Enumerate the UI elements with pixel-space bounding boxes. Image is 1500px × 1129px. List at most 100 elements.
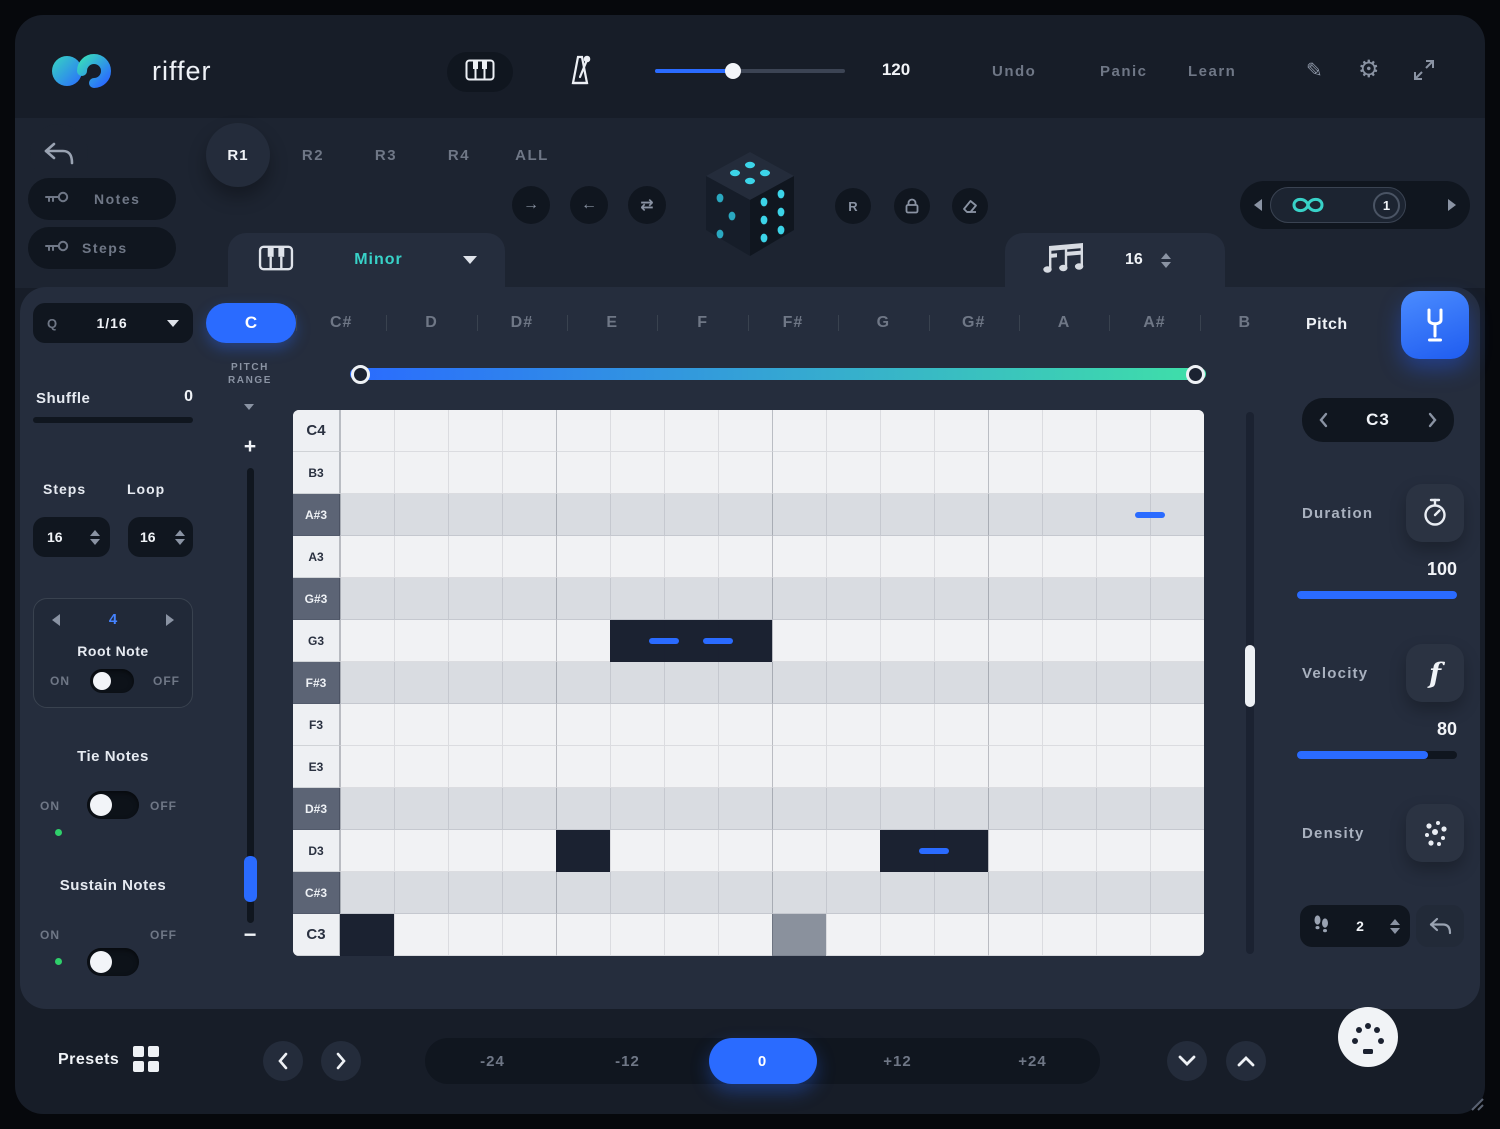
grid-cell-D#3-1[interactable]	[340, 788, 394, 830]
riff-tab-r4[interactable]: R4	[429, 147, 489, 164]
grid-cell-F#3-7[interactable]	[664, 662, 718, 704]
grid-cell-C3-13[interactable]	[988, 914, 1042, 956]
metronome-button[interactable]	[558, 50, 602, 94]
grid-cell-C3-10[interactable]	[826, 914, 880, 956]
loop-prev-arrow[interactable]	[1254, 199, 1262, 211]
grid-cell-A#3-1[interactable]	[340, 494, 394, 536]
grid-cell-A3-3[interactable]	[448, 536, 502, 578]
grid-cell-G#3-1[interactable]	[340, 578, 394, 620]
reverse-swap-button[interactable]: ⇄	[628, 186, 666, 224]
grid-cell-A3-7[interactable]	[664, 536, 718, 578]
grid-cell-C#3-5[interactable]	[556, 872, 610, 914]
grid-cell-E3-1[interactable]	[340, 746, 394, 788]
grid-cell-A3-12[interactable]	[934, 536, 988, 578]
presets-grid-button[interactable]	[132, 1045, 160, 1078]
grid-cell-A3-16[interactable]	[1150, 536, 1204, 578]
grid-cell-C4-9[interactable]	[772, 410, 826, 452]
prev-preset-button[interactable]	[263, 1041, 303, 1081]
grid-cell-C4-13[interactable]	[988, 410, 1042, 452]
panic-button[interactable]: Panic	[1100, 63, 1148, 80]
riff-tab-all[interactable]: ALL	[502, 147, 562, 164]
grid-cell-D3-10[interactable]	[826, 830, 880, 872]
grid-cell-B3-2[interactable]	[394, 452, 448, 494]
revert-button[interactable]	[1416, 905, 1464, 947]
loop-count-value[interactable]: 1	[1373, 192, 1400, 219]
grid-cell-G3-10[interactable]	[826, 620, 880, 662]
grid-cell-A#3-3[interactable]	[448, 494, 502, 536]
grid-cell-F3-2[interactable]	[394, 704, 448, 746]
grid-cell-D#3-15[interactable]	[1096, 788, 1150, 830]
settings-gear-icon[interactable]: ⚙	[1358, 55, 1380, 84]
grid-cell-G3-5[interactable]	[556, 620, 610, 662]
grid-cell-E3-16[interactable]	[1150, 746, 1204, 788]
grid-cell-G#3-8[interactable]	[718, 578, 772, 620]
grid-cell-A3-13[interactable]	[988, 536, 1042, 578]
grid-cell-C3-2[interactable]	[394, 914, 448, 956]
riff-tab-r2[interactable]: R2	[283, 147, 343, 164]
grid-cell-D3-8[interactable]	[718, 830, 772, 872]
grid-cell-D#3-16[interactable]	[1150, 788, 1204, 830]
grid-cell-D3-6[interactable]	[610, 830, 664, 872]
grid-cell-F#3-10[interactable]	[826, 662, 880, 704]
grid-cell-C#3-2[interactable]	[394, 872, 448, 914]
grid-cell-C#3-6[interactable]	[610, 872, 664, 914]
resize-expand-icon[interactable]	[1412, 58, 1436, 87]
grid-cell-C#3-1[interactable]	[340, 872, 394, 914]
grid-cell-F3-1[interactable]	[340, 704, 394, 746]
grid-cell-D#3-8[interactable]	[718, 788, 772, 830]
grid-cell-C4-5[interactable]	[556, 410, 610, 452]
grid-cell-G3-12[interactable]	[934, 620, 988, 662]
grid-cell-G3-13[interactable]	[988, 620, 1042, 662]
grid-cell-B3-14[interactable]	[1042, 452, 1096, 494]
grid-cell-G3-8[interactable]	[718, 620, 772, 662]
grid-cell-A3-5[interactable]	[556, 536, 610, 578]
grid-cell-C#3-8[interactable]	[718, 872, 772, 914]
window-resize-handle[interactable]	[1466, 1097, 1484, 1116]
grid-cell-D3-13[interactable]	[988, 830, 1042, 872]
grid-cell-E3-13[interactable]	[988, 746, 1042, 788]
grid-cell-C4-16[interactable]	[1150, 410, 1204, 452]
grid-cell-B3-9[interactable]	[772, 452, 826, 494]
grid-cell-D3-14[interactable]	[1042, 830, 1096, 872]
grid-cell-G3-3[interactable]	[448, 620, 502, 662]
grid-cell-B3-8[interactable]	[718, 452, 772, 494]
grid-cell-D#3-2[interactable]	[394, 788, 448, 830]
grid-cell-E3-7[interactable]	[664, 746, 718, 788]
notes-lock-toggle[interactable]: Notes	[28, 178, 176, 220]
grid-cell-D3-12[interactable]	[934, 830, 988, 872]
grid-cell-E3-8[interactable]	[718, 746, 772, 788]
grid-cell-B3-6[interactable]	[610, 452, 664, 494]
octave-down-button[interactable]	[1167, 1041, 1207, 1081]
shift-left-button[interactable]: ←	[570, 186, 608, 224]
learn-button[interactable]: Learn	[1188, 63, 1236, 80]
grid-cell-D3-15[interactable]	[1096, 830, 1150, 872]
grid-cell-C4-8[interactable]	[718, 410, 772, 452]
grid-cell-G#3-2[interactable]	[394, 578, 448, 620]
grid-cell-C3-16[interactable]	[1150, 914, 1204, 956]
grid-cell-A3-2[interactable]	[394, 536, 448, 578]
grid-cell-C3-15[interactable]	[1096, 914, 1150, 956]
eraser-button[interactable]	[952, 188, 988, 224]
pitch-note-stepper[interactable]: C3	[1302, 398, 1454, 442]
grid-cell-C3-12[interactable]	[934, 914, 988, 956]
chevron-right-icon[interactable]	[1427, 412, 1438, 428]
grid-cell-C4-2[interactable]	[394, 410, 448, 452]
grid-cell-C3-3[interactable]	[448, 914, 502, 956]
velocity-slider[interactable]	[1297, 751, 1457, 759]
grid-cell-C#3-16[interactable]	[1150, 872, 1204, 914]
stepper-arrows[interactable]	[1161, 253, 1171, 268]
pitch-range-slider-thumb[interactable]	[244, 856, 257, 902]
grid-cell-F3-5[interactable]	[556, 704, 610, 746]
velocity-button[interactable]: f	[1406, 644, 1464, 702]
grid-cell-C3-14[interactable]	[1042, 914, 1096, 956]
grid-cell-C#3-4[interactable]	[502, 872, 556, 914]
shift-right-button[interactable]: →	[512, 186, 550, 224]
note-f[interactable]: F	[657, 303, 747, 343]
grid-cell-C#3-3[interactable]	[448, 872, 502, 914]
quantize-dropdown[interactable]: Q 1/16	[33, 303, 193, 343]
grid-cell-A#3-6[interactable]	[610, 494, 664, 536]
grid-cell-G#3-11[interactable]	[880, 578, 934, 620]
grid-cell-G#3-13[interactable]	[988, 578, 1042, 620]
loop-stepper[interactable]: 16	[128, 517, 193, 557]
grid-cell-G3-15[interactable]	[1096, 620, 1150, 662]
